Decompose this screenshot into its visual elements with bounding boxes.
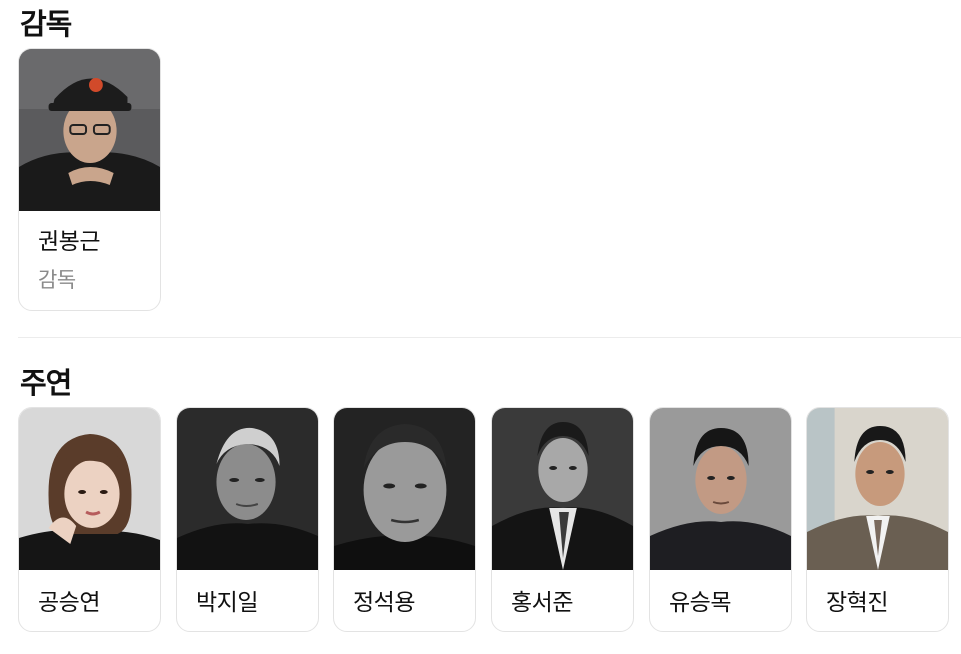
cast-photo (19, 408, 160, 570)
cast-photo (807, 408, 948, 570)
cast-card[interactable]: 홍서준 (491, 407, 634, 632)
director-section-title: 감독 (20, 7, 72, 41)
cast-name: 정석용 (353, 590, 415, 616)
cast-photo (177, 408, 318, 570)
cast-section-title: 주연 (20, 366, 72, 400)
cast-name: 박지일 (196, 590, 258, 616)
cast-name: 공승연 (38, 590, 100, 616)
director-card[interactable]: 권봉근 감독 (18, 48, 161, 311)
cast-photo (650, 408, 791, 570)
cast-card[interactable]: 정석용 (333, 407, 476, 632)
cast-photo (492, 408, 633, 570)
cast-card[interactable]: 유승목 (649, 407, 792, 632)
director-role: 감독 (38, 268, 76, 292)
cast-name: 유승목 (669, 590, 731, 616)
section-divider (18, 337, 961, 338)
cast-name: 홍서준 (511, 590, 573, 616)
people-panel: 감독 권봉근 감독 주연 공승연 박지일 정석용 홍서준 유승목 장혁진 (0, 0, 961, 654)
cast-card[interactable]: 장혁진 (806, 407, 949, 632)
cast-card[interactable]: 공승연 (18, 407, 161, 632)
director-photo (19, 49, 160, 211)
cast-card[interactable]: 박지일 (176, 407, 319, 632)
cast-name: 장혁진 (826, 590, 888, 616)
cast-photo (334, 408, 475, 570)
director-name: 권봉근 (38, 229, 100, 255)
